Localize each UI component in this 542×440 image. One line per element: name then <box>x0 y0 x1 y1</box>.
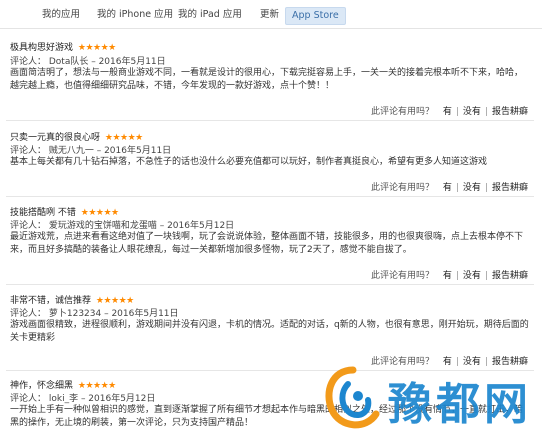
tab-my-ipad-apps[interactable]: 我的 iPad 应用 <box>174 7 246 23</box>
review-body: 最近游戏荒，点进来看看这绝对值了一块钱啊，玩了会说说体验，整体画面不错，技能很多… <box>10 232 524 255</box>
helpful-no-link[interactable]: 没有 <box>463 271 481 281</box>
star-rating: ★★★★★ <box>104 133 143 143</box>
review-divider <box>6 284 534 285</box>
review-actions: 此评论有用吗？ 有 | 没有 | 报告耕癖 <box>371 104 528 117</box>
review-author: 评论人： loki_李 – 2016年5月12日 <box>10 394 156 404</box>
review-author: 评论人： 贼无八九一 – 2016年5月11日 <box>10 146 172 156</box>
helpful-question: 此评论有用吗？ <box>370 183 434 193</box>
swirl-logo-icon <box>325 366 380 429</box>
review-author: 评论人： 萝卜123234 – 2016年5月11日 <box>10 309 179 319</box>
tab-my-iphone-apps[interactable]: 我的 iPhone 应用 <box>93 7 177 23</box>
site-watermark: 豫都网 <box>318 358 538 438</box>
helpful-no-link[interactable]: 没有 <box>463 107 481 117</box>
helpful-yes-link[interactable]: 有 <box>443 107 452 117</box>
review-actions: 此评论有用吗？ 有 | 没有 | 报告耕癖 <box>371 268 528 281</box>
tab-app-store[interactable]: App Store <box>285 7 346 25</box>
review-title-text: 极具构思好游戏 <box>10 43 74 53</box>
review-body: 基本上每关都有几十钻石掉落，不急性子的话也没什么必要充值都可以玩好，制作者真挺良… <box>10 157 488 167</box>
store-tab-bar: 我的应用 我的 iPhone 应用 我的 iPad 应用 更新 App Stor… <box>0 0 542 29</box>
divider: | <box>455 107 459 117</box>
review-title-text: 技能搭酷咧 不错 <box>10 208 76 218</box>
report-link[interactable]: 报告耕癖 <box>492 271 528 281</box>
review-divider <box>6 120 534 121</box>
review-title-text: 只卖一元真的很良心呀 <box>10 133 101 143</box>
review-title: 极具构思好游戏 ★★★★★ <box>10 40 116 53</box>
review-title-text: 神作，怀念细黑 <box>10 381 74 391</box>
helpful-no-link[interactable]: 没有 <box>463 183 481 193</box>
review-title: 神作，怀念细黑 ★★★★★ <box>10 378 116 391</box>
review-title: 非常不错，诚信推荐 ★★★★★ <box>10 293 134 306</box>
helpful-question: 此评论有用吗？ <box>370 107 434 117</box>
helpful-yes-link[interactable]: 有 <box>443 271 452 281</box>
review-author: 评论人： Dota队长 – 2016年5月11日 <box>10 57 166 67</box>
star-rating: ★★★★★ <box>80 208 119 218</box>
divider: | <box>455 271 459 281</box>
report-link[interactable]: 报告耕癖 <box>492 107 528 117</box>
tab-updates[interactable]: 更新 <box>256 7 283 23</box>
star-rating: ★★★★★ <box>77 381 116 391</box>
divider: | <box>484 107 488 117</box>
helpful-question: 此评论有用吗？ <box>370 271 434 281</box>
review-divider <box>6 196 534 197</box>
review-title: 技能搭酷咧 不错 ★★★★★ <box>10 205 119 218</box>
review-title-text: 非常不错，诚信推荐 <box>10 296 92 306</box>
tab-my-apps[interactable]: 我的应用 <box>38 7 84 23</box>
star-rating: ★★★★★ <box>77 43 116 53</box>
review-author: 评论人： 爱玩游戏的宝饼喵和龙蛋喵 – 2016年5月12日 <box>10 221 235 231</box>
divider: | <box>455 183 459 193</box>
helpful-yes-link[interactable]: 有 <box>443 183 452 193</box>
report-link[interactable]: 报告耕癖 <box>492 183 528 193</box>
review-body: 游戏画面很精致，进程很顺利，游戏期间并没有闪退，卡机的情况。适配的对话，q新的人… <box>10 320 529 343</box>
watermark-text: 豫都网 <box>388 379 532 430</box>
review-actions: 此评论有用吗？ 有 | 没有 | 报告耕癖 <box>371 180 528 193</box>
divider: | <box>484 271 488 281</box>
review-title: 只卖一元真的很良心呀 ★★★★★ <box>10 130 143 143</box>
review-body: 画面简洁明了，想法与一般商业游戏不同，一看就是设计的很用心，下载完挺容易上手，一… <box>10 68 524 91</box>
divider: | <box>484 183 488 193</box>
star-rating: ★★★★★ <box>95 296 134 306</box>
